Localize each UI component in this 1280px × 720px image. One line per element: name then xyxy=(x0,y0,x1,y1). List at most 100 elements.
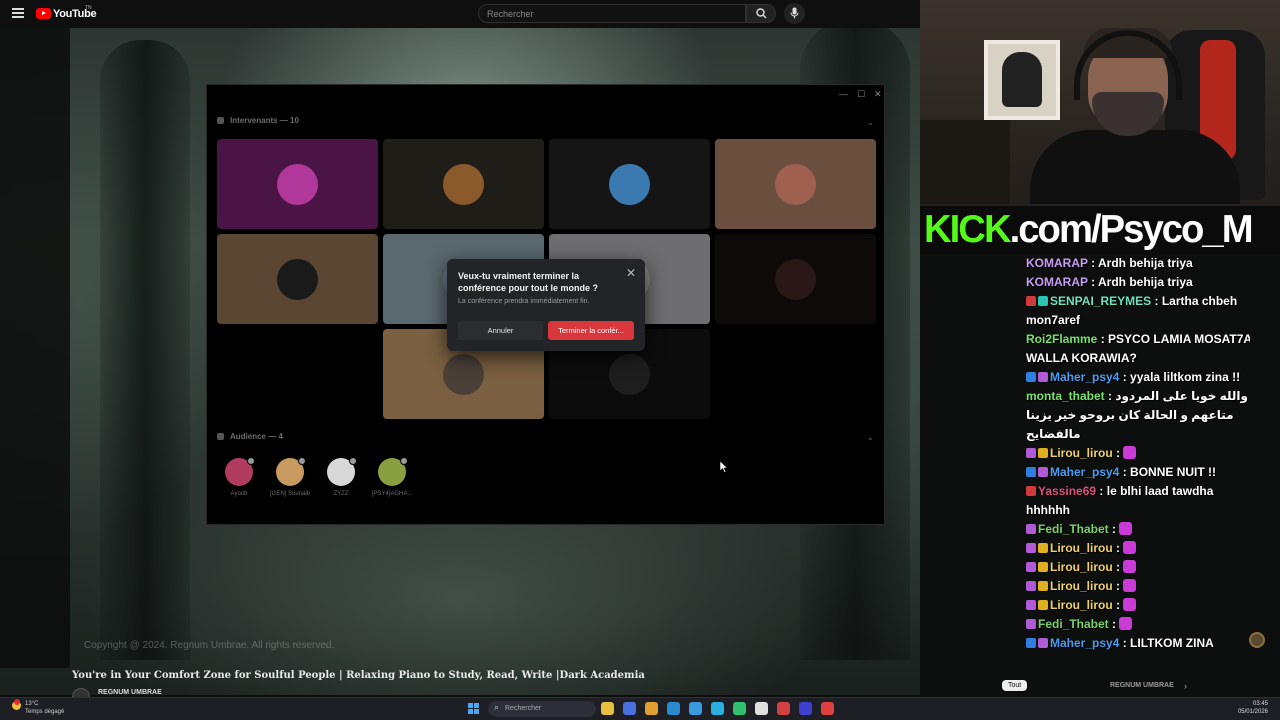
chat-badge-icon xyxy=(1026,372,1036,382)
taskbar-search-input[interactable]: Rechercher xyxy=(488,701,596,717)
emote-icon xyxy=(1123,446,1137,459)
chat-badge-icon xyxy=(1026,581,1036,591)
chat-text: BONNE NUIT !! xyxy=(1130,465,1217,479)
microphone-icon xyxy=(790,7,799,19)
speaker-tile[interactable] xyxy=(715,234,876,324)
close-window-icon[interactable]: ✕ xyxy=(874,89,882,100)
hamburger-menu-icon[interactable] xyxy=(12,8,24,18)
speaker-tile[interactable] xyxy=(217,234,378,324)
end-stage-button[interactable]: Terminer la confér... xyxy=(548,321,634,340)
close-icon[interactable]: ✕ xyxy=(626,266,636,280)
chat-badge-icon xyxy=(1026,467,1036,477)
audience-member[interactable]: [PSY4]AGHA... xyxy=(367,457,417,497)
chat-separator: : xyxy=(1119,636,1131,650)
taskbar-clock[interactable]: 03:45 05/01/2026 xyxy=(1238,700,1268,716)
maximize-icon[interactable]: ☐ xyxy=(857,89,865,100)
audience-name: [GEN] Sounaib xyxy=(269,491,311,497)
windows-start-icon[interactable] xyxy=(468,703,480,715)
speaker-avatar xyxy=(775,164,816,205)
chat-separator: : xyxy=(1087,275,1098,289)
chevron-down-icon[interactable]: ⌄ xyxy=(866,432,874,443)
chat-text: LILTKOM ZINA xyxy=(1130,636,1214,650)
chat-settings-icon[interactable] xyxy=(1249,632,1265,648)
audience-member[interactable]: Ayoub xyxy=(214,457,264,497)
chat-message: Lirou_lirou : xyxy=(1026,539,1250,558)
minimize-icon[interactable]: — xyxy=(839,89,848,99)
chat-username[interactable]: Fedi_Thabet xyxy=(1038,617,1109,631)
speaker-tile[interactable] xyxy=(549,139,710,229)
audience-member[interactable]: [GEN] Sounaib xyxy=(265,457,315,497)
taskbar-app-icon[interactable] xyxy=(623,702,636,715)
chat-badge-icon xyxy=(1038,448,1048,458)
taskbar-app-icon[interactable] xyxy=(601,702,614,715)
speaker-avatar xyxy=(609,164,650,205)
speaker-tile[interactable] xyxy=(217,139,378,229)
taskbar-app-icon[interactable] xyxy=(667,702,680,715)
speakers-section-header[interactable]: Intervenants — 10 xyxy=(217,116,299,125)
chat-username[interactable]: SENPAI_REYMES xyxy=(1050,294,1151,308)
youtube-search-button[interactable] xyxy=(746,4,776,23)
kick-url-banner: KICK.com/Psyco_M xyxy=(920,204,1280,254)
audience-section-header[interactable]: Audience — 4 xyxy=(217,432,283,441)
chat-username[interactable]: Maher_psy4 xyxy=(1050,465,1119,479)
channel-name[interactable]: REGNUM UMBRAE xyxy=(98,689,162,696)
chat-username[interactable]: monta_thabet xyxy=(1026,389,1105,403)
chat-username[interactable]: Lirou_lirou xyxy=(1050,541,1113,555)
chat-message: Lirou_lirou : xyxy=(1026,596,1250,615)
status-dot-icon xyxy=(247,457,255,465)
chat-username[interactable]: KOMARAP xyxy=(1026,256,1088,270)
audience-avatar xyxy=(378,457,408,486)
chat-separator: : xyxy=(1119,465,1131,479)
chat-text: Ardh behija triya xyxy=(1098,275,1193,289)
chat-username[interactable]: KOMARAP xyxy=(1026,275,1088,289)
chat-username[interactable]: Lirou_lirou xyxy=(1050,598,1113,612)
chat-username[interactable]: Lirou_lirou xyxy=(1050,446,1113,460)
chat-username[interactable]: Lirou_lirou xyxy=(1050,579,1113,593)
chat-username[interactable]: Lirou_lirou xyxy=(1050,560,1113,574)
chat-username[interactable]: Maher_psy4 xyxy=(1050,636,1119,650)
video-side-panel xyxy=(0,28,70,668)
speaker-tile[interactable] xyxy=(715,139,876,229)
voice-search-button[interactable] xyxy=(784,3,805,24)
emote-icon xyxy=(1119,522,1133,535)
taskbar-app-icon[interactable] xyxy=(711,702,724,715)
chat-badge-icon xyxy=(1026,296,1036,306)
chevron-down-icon[interactable]: ⌄ xyxy=(866,117,874,128)
chat-separator: : xyxy=(1119,370,1131,384)
chat-username[interactable]: Fedi_Thabet xyxy=(1038,522,1109,536)
taskbar-app-icon[interactable] xyxy=(755,702,768,715)
taskbar-app-icon[interactable] xyxy=(645,702,658,715)
taskbar-app-icon[interactable] xyxy=(821,702,834,715)
chat-separator: : xyxy=(1151,294,1162,308)
taskbar-app-icon[interactable] xyxy=(689,702,702,715)
youtube-search-input[interactable]: Rechercher xyxy=(478,4,746,23)
speaker-tile[interactable] xyxy=(383,139,544,229)
speakers-label: Intervenants — 10 xyxy=(230,116,299,125)
cancel-button[interactable]: Annuler xyxy=(458,321,543,340)
speaker-avatar xyxy=(609,354,650,395)
taskbar-app-icon[interactable] xyxy=(777,702,790,715)
chat-badge-icon xyxy=(1026,448,1036,458)
audience-member[interactable]: ZYZZ xyxy=(316,457,366,497)
chat-separator: : xyxy=(1112,579,1124,593)
chat-message: Maher_psy4 : BONNE NUIT !! xyxy=(1026,463,1250,482)
tout-filter-pill[interactable]: Tout xyxy=(1002,680,1028,691)
chat-username[interactable]: Roi2Flamme xyxy=(1026,332,1097,346)
clock-date: 05/01/2026 xyxy=(1237,709,1268,715)
youtube-logo-icon[interactable] xyxy=(36,8,51,19)
sofa-shape xyxy=(920,120,1010,204)
chat-message: Fedi_Thabet : xyxy=(1026,520,1250,539)
weather-desc: Temps dégagé xyxy=(25,709,65,715)
taskbar-app-icon[interactable] xyxy=(799,702,812,715)
chat-badge-icon xyxy=(1026,524,1036,534)
audience-label: Audience — 4 xyxy=(230,432,283,441)
chat-username[interactable]: Maher_psy4 xyxy=(1050,370,1119,384)
chat-message: KOMARAP : Ardh behija triya xyxy=(1026,273,1250,292)
taskbar-app-icon[interactable] xyxy=(733,702,746,715)
chat-badge-icon xyxy=(1026,486,1036,496)
chevron-right-icon[interactable]: › xyxy=(1184,681,1187,691)
weather-widget[interactable]: 13°C Temps dégagé xyxy=(25,700,64,716)
chat-badge-icon xyxy=(1038,372,1048,382)
emote-icon xyxy=(1119,617,1133,630)
chat-username[interactable]: Yassine69 xyxy=(1038,484,1096,498)
